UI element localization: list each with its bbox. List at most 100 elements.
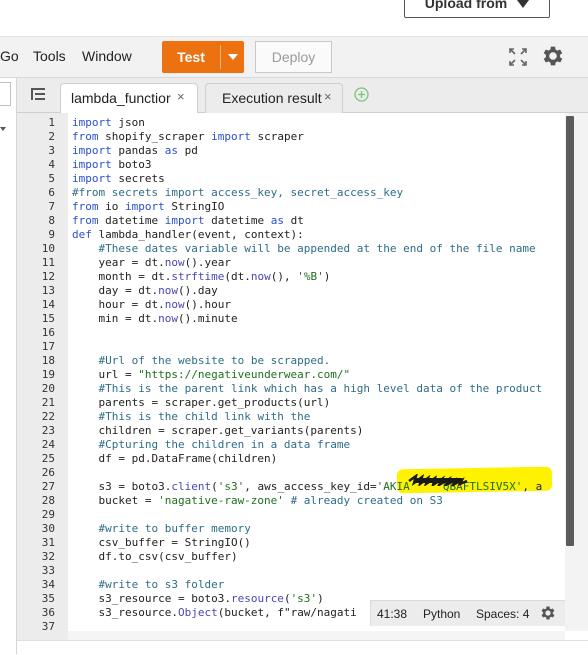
menu-window[interactable]: Window (82, 48, 132, 64)
code-line[interactable]: import boto3 (72, 158, 152, 172)
test-label: Test (177, 49, 205, 65)
line-number: 33 (41, 564, 55, 577)
code-line[interactable]: day = dt.now().day (72, 284, 217, 298)
status-bar: 41:38 Python Spaces: 4 (370, 600, 565, 626)
line-number: 24 (41, 438, 55, 451)
test-split-divider (220, 45, 221, 69)
code-line[interactable]: csv_buffer = StringIO() (72, 536, 250, 550)
code-line[interactable]: from io import StringIO (72, 200, 224, 214)
line-number: 23 (41, 424, 55, 437)
upload-from-label: Upload from (424, 0, 508, 11)
vertical-scrollbar-thumb[interactable] (566, 116, 574, 546)
environment-search-input[interactable] (0, 82, 11, 106)
language-mode[interactable]: Python (423, 607, 460, 621)
code-line[interactable]: from datetime import datetime as dt (72, 214, 304, 228)
code-line[interactable]: children = scraper.get_variants(parents) (72, 424, 363, 438)
code-line[interactable]: #Cpturing the children in a data frame (72, 438, 351, 452)
indent-setting[interactable]: Spaces: 4 (476, 607, 529, 621)
tab-lambda-function[interactable]: lambda_functior × (60, 83, 198, 115)
code-line[interactable]: #This is the child link with the (72, 410, 311, 424)
horizontal-scrollbar[interactable] (68, 631, 565, 640)
line-number: 14 (41, 298, 55, 311)
deploy-button[interactable]: Deploy (255, 41, 332, 73)
line-number: 9 (48, 228, 55, 241)
code-line[interactable]: s3 = boto3.client('s3', aws_access_key_i… (72, 480, 542, 494)
caret-down-icon (517, 0, 530, 8)
add-tab-icon[interactable] (354, 87, 369, 102)
line-number: 26 (41, 466, 55, 479)
code-line[interactable]: import pandas as pd (72, 144, 198, 158)
line-number: 37 (41, 620, 55, 633)
code-line[interactable]: year = dt.now().year (72, 256, 230, 270)
tab-execution-results-label: Execution results (222, 90, 322, 106)
code-line[interactable]: parents = scraper.get_products(url) (72, 396, 330, 410)
environment-panel-edge (0, 78, 17, 654)
line-number: 7 (48, 200, 55, 213)
line-number: 3 (48, 144, 55, 157)
tab-execution-results[interactable]: Execution results × (205, 83, 343, 114)
line-number: 8 (48, 214, 55, 227)
line-number: 11 (41, 256, 55, 269)
status-gear-icon[interactable] (539, 604, 557, 622)
code-line[interactable]: #Url of the website to be scrapped. (72, 354, 331, 368)
line-number: 30 (41, 522, 55, 535)
line-number: 29 (41, 508, 55, 521)
line-number: 16 (41, 326, 55, 339)
line-number: 21 (41, 396, 55, 409)
code-line[interactable]: url = "https://negativeunderwear.com/" (72, 368, 350, 382)
line-number: 10 (41, 242, 55, 255)
line-number: 22 (41, 410, 55, 423)
line-number: 25 (41, 452, 55, 465)
line-number: 1 (48, 116, 55, 129)
gear-icon[interactable] (540, 43, 566, 69)
code-line[interactable]: month = dt.strftime(dt.now(), '%B') (72, 270, 330, 284)
line-number: 35 (41, 592, 55, 605)
line-number: 34 (41, 578, 55, 591)
redaction-scribble (408, 474, 468, 486)
cursor-position[interactable]: 41:38 (377, 607, 407, 621)
line-number: 5 (48, 172, 55, 185)
code-line[interactable]: hour = dt.now().hour (72, 298, 230, 312)
close-icon[interactable]: × (177, 89, 185, 104)
code-line[interactable]: s3_resource = boto3.resource('s3') (72, 592, 323, 606)
line-number: 19 (41, 368, 55, 381)
line-number: 20 (41, 382, 55, 395)
line-number: 17 (41, 340, 55, 353)
code-line[interactable]: import secrets (72, 172, 165, 186)
line-number: 32 (41, 550, 55, 563)
code-line[interactable]: s3_resource.Object(bucket, f"raw/nagati (72, 606, 356, 620)
close-icon[interactable]: × (324, 89, 332, 104)
tree-caret-icon[interactable] (0, 127, 6, 131)
code-line[interactable]: #This is the parent link which has a hig… (72, 382, 543, 396)
code-line[interactable]: #from secrets import access_key, secret_… (72, 186, 403, 200)
line-number: 36 (41, 606, 55, 619)
line-number: 15 (41, 312, 55, 325)
code-line[interactable]: df.to_csv(csv_buffer) (72, 550, 237, 564)
code-line[interactable]: from shopify_scraper import scraper (72, 130, 304, 144)
line-number: 31 (41, 536, 55, 549)
tab-list-icon[interactable] (31, 88, 45, 100)
code-line[interactable]: #These dates variable will be appended a… (72, 242, 536, 256)
code-line[interactable]: import json (72, 116, 145, 130)
code-line[interactable]: df = pd.DataFrame(children) (72, 452, 277, 466)
line-number: 27 (41, 480, 55, 493)
code-line[interactable]: bucket = 'nagative-raw-zone' # already c… (72, 494, 442, 508)
bottom-panel-edge (17, 640, 588, 655)
code-line[interactable]: #write to s3 folder (72, 578, 225, 592)
line-number: 6 (48, 186, 55, 199)
line-number: 28 (41, 494, 55, 507)
test-dropdown-caret-icon[interactable] (228, 54, 238, 60)
line-number: 13 (41, 284, 55, 297)
code-line[interactable]: min = dt.now().minute (72, 312, 237, 326)
upload-from-button[interactable]: Upload from (404, 0, 550, 18)
menu-go[interactable]: Go (0, 48, 19, 64)
menu-tools[interactable]: Tools (33, 48, 66, 64)
line-number: 12 (41, 270, 55, 283)
code-line[interactable]: def lambda_handler(event, context): (72, 228, 304, 242)
line-number: 18 (41, 354, 55, 367)
fullscreen-icon[interactable] (509, 48, 527, 66)
line-number: 2 (48, 130, 55, 143)
line-number: 4 (48, 158, 55, 171)
code-line[interactable]: #write to buffer memory (72, 522, 251, 536)
test-button[interactable]: Test (162, 41, 244, 73)
